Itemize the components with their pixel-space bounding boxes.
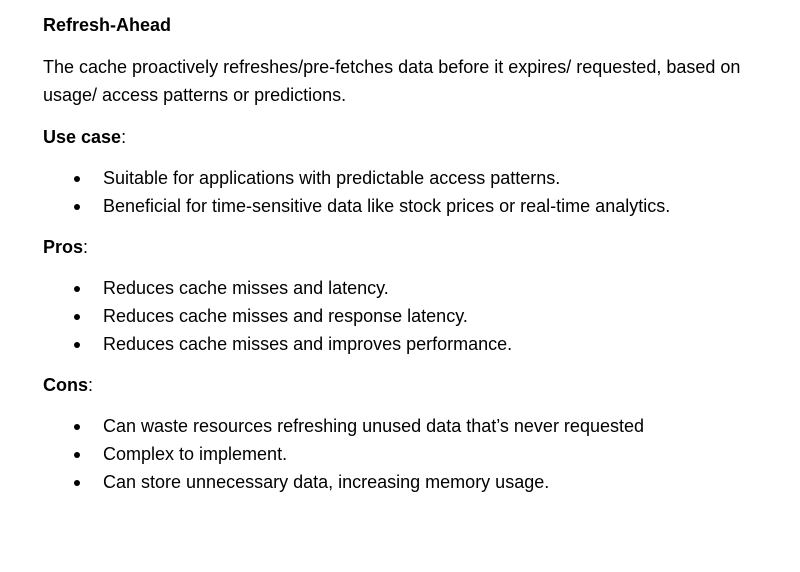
list-item: Reduces cache misses and improves perfor… [43,330,794,358]
list-item: Complex to implement. [43,440,794,468]
use-case-list: Suitable for applications with predictab… [43,164,794,220]
cons-list: Can waste resources refreshing unused da… [43,412,794,496]
document-body: Refresh-Ahead The cache proactively refr… [0,0,800,572]
bullet-icon [74,176,80,182]
list-item: Reduces cache misses and response latenc… [43,302,794,330]
bullet-icon [74,342,80,348]
pros-list: Reduces cache misses and latency. Reduce… [43,274,794,358]
list-item: Reduces cache misses and latency. [43,274,794,302]
use-case-colon: : [121,127,127,147]
list-item-text: Suitable for applications with predictab… [103,168,561,188]
pros-label: Pros [43,237,84,257]
list-item-text: Can store unnecessary data, increasing m… [103,472,550,492]
bullet-icon [74,480,80,486]
list-item-text: Reduces cache misses and latency. [103,278,389,298]
section-title: Refresh-Ahead [43,15,172,35]
section-description: The cache proactively refreshes/pre-fetc… [43,57,741,105]
list-item-text: Complex to implement. [103,444,288,464]
cons-heading: Cons: [43,371,794,399]
use-case-label: Use case [43,127,122,147]
list-item: Can store unnecessary data, increasing m… [43,468,794,496]
list-item-text: Can waste resources refreshing unused da… [103,416,644,436]
bullet-icon [74,424,80,430]
list-item-text: Reduces cache misses and improves perfor… [103,334,513,354]
list-item: Can waste resources refreshing unused da… [43,412,794,440]
cons-label: Cons [43,375,88,395]
list-item: Beneficial for time-sensitive data like … [43,192,794,220]
list-item-text: Beneficial for time-sensitive data like … [103,196,671,216]
bullet-icon [74,204,80,210]
bullet-icon [74,314,80,320]
cons-colon: : [88,375,94,395]
pros-heading: Pros: [43,233,794,261]
list-item-text: Reduces cache misses and response latenc… [103,306,468,326]
bullet-icon [74,286,80,292]
pros-colon: : [83,237,89,257]
use-case-heading: Use case: [43,123,794,151]
list-item: Suitable for applications with predictab… [43,164,794,192]
bullet-icon [74,452,80,458]
